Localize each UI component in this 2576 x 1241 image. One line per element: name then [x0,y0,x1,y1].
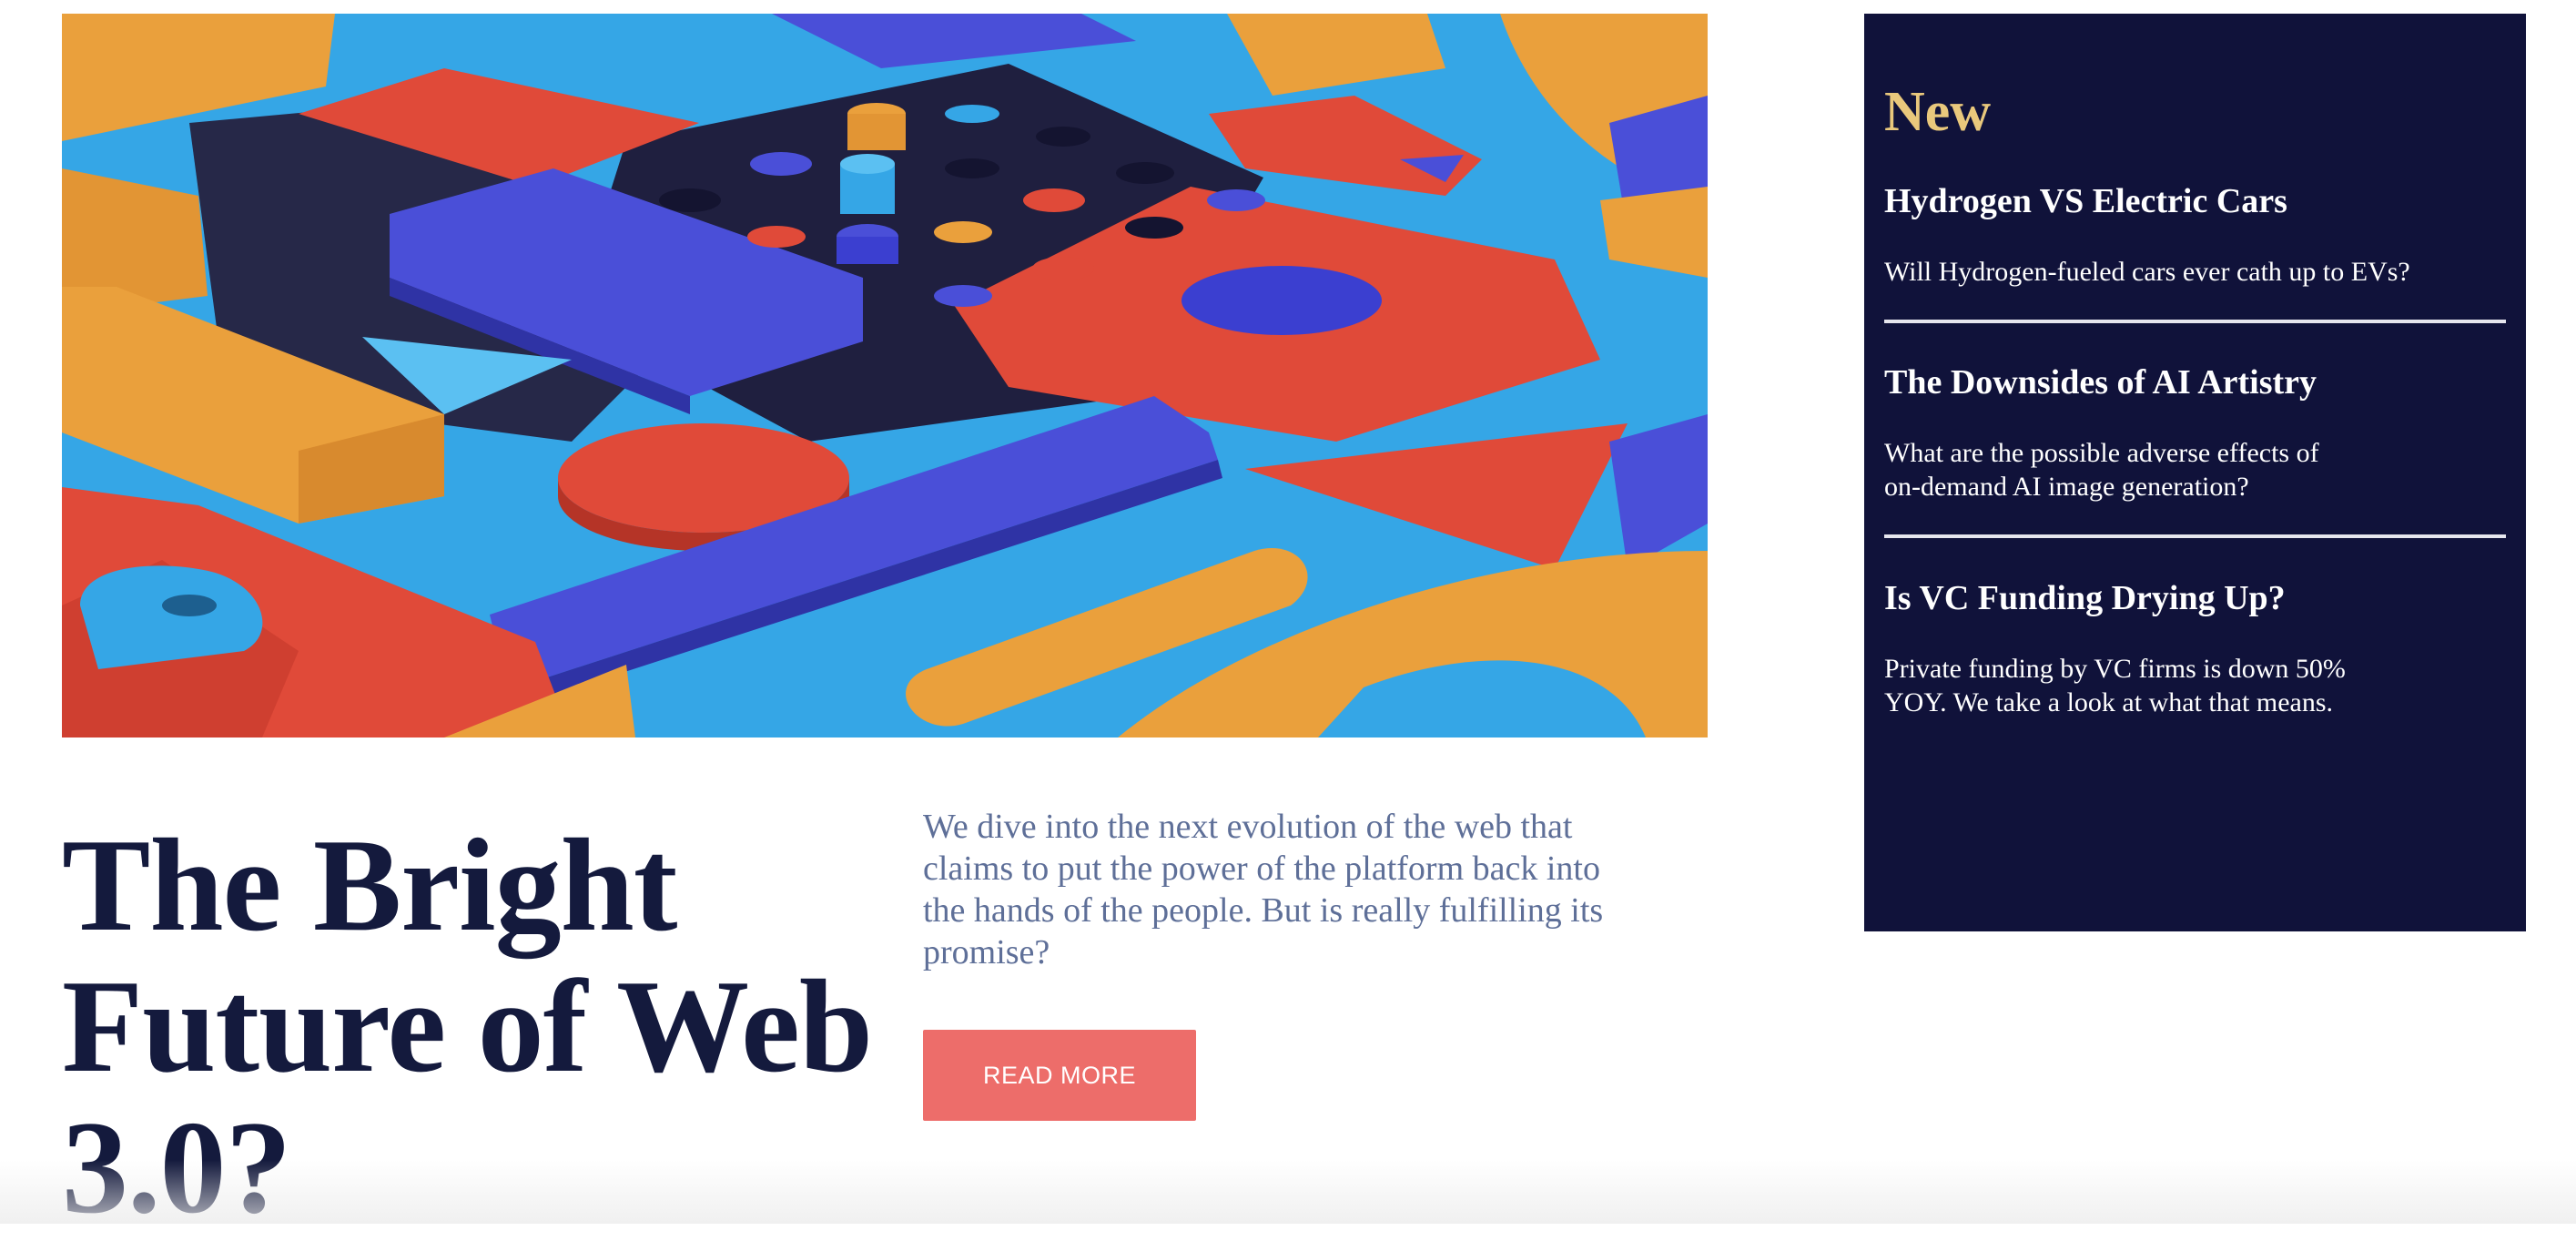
sidebar-article-description: What are the possible adverse effects of… [1884,438,2319,502]
sidebar-article[interactable]: Hydrogen VS Electric Cars Will Hydrogen-… [1884,180,2506,289]
sidebar-article-title[interactable]: Hydrogen VS Electric Cars [1884,180,2506,222]
sidebar-article-title[interactable]: Is VC Funding Drying Up? [1884,577,2506,619]
sidebar-divider [1884,534,2506,538]
hero-illustration [62,14,1708,737]
sidebar-article[interactable]: The Downsides of AI Artistry What are th… [1884,361,2506,504]
sidebar-article-title[interactable]: The Downsides of AI Artistry [1884,361,2506,403]
read-more-button[interactable]: READ MORE [923,1030,1196,1121]
sidebar-divider [1884,320,2506,323]
sidebar-title: New [1884,81,1992,143]
new-articles-sidebar: New Hydrogen VS Electric Cars Will Hydro… [1864,14,2526,931]
sidebar-article-description: Private funding by VC firms is down 50% … [1884,654,2346,717]
article-summary: We dive into the next evolution of the w… [923,808,1604,971]
sidebar-article-description: Will Hydrogen-fueled cars ever cath up t… [1884,257,2410,287]
sidebar-article[interactable]: Is VC Funding Drying Up? Private funding… [1884,577,2506,719]
hero-image [62,14,1708,737]
article-headline: The Bright Future of Web 3.0? [62,811,873,1241]
